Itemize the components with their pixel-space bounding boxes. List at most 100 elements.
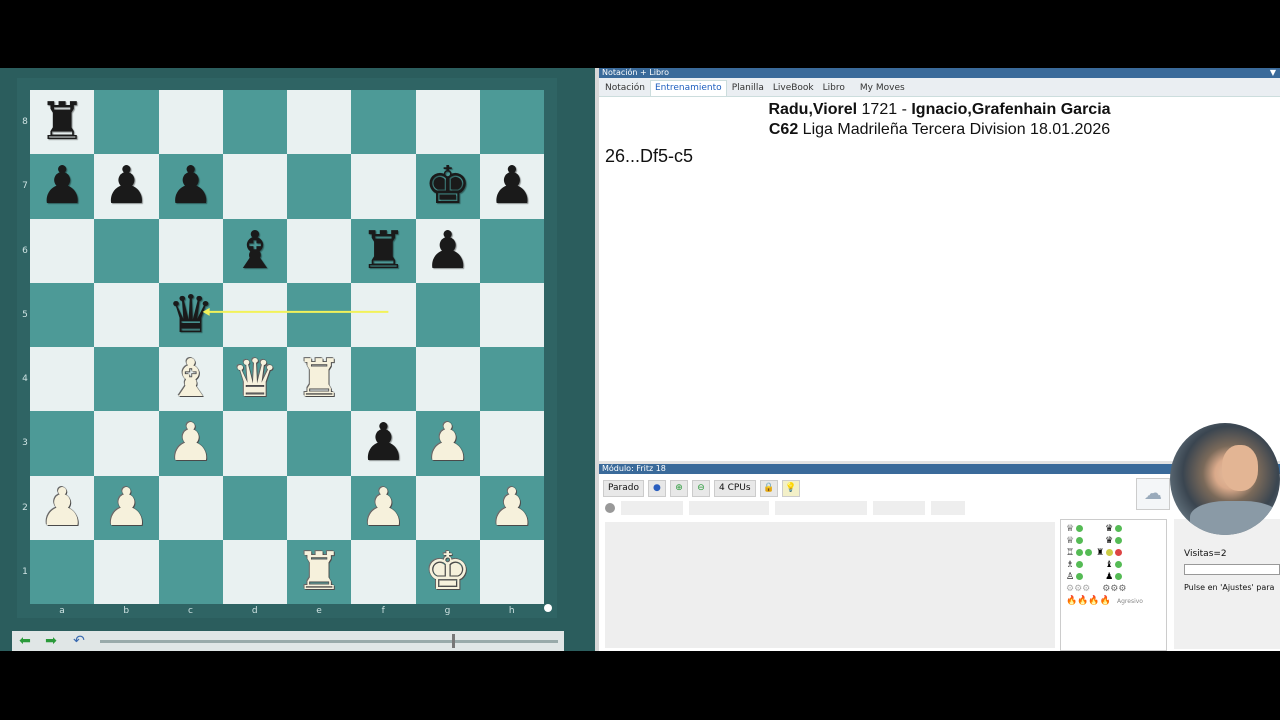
current-move[interactable]: 26...Df5-c5 — [605, 146, 1280, 167]
square-a3[interactable] — [30, 411, 95, 476]
square-c2[interactable] — [158, 475, 223, 540]
black-rook-icon[interactable]: ♜ — [30, 90, 94, 154]
square-d4[interactable]: ♛ — [222, 347, 287, 412]
chevron-down-icon[interactable]: ▼ — [1270, 68, 1276, 78]
white-rook-icon[interactable]: ♜ — [287, 347, 351, 411]
square-e6[interactable] — [287, 218, 352, 283]
square-b1[interactable] — [94, 539, 159, 604]
white-rook-icon[interactable]: ♜ — [287, 540, 351, 604]
square-f3[interactable]: ♟ — [351, 411, 416, 476]
tab-libro[interactable]: Libro — [819, 81, 849, 96]
square-c3[interactable]: ♟ — [158, 411, 223, 476]
square-d1[interactable] — [222, 539, 287, 604]
engine-output[interactable] — [605, 522, 1055, 648]
tab-notacion[interactable]: Notación — [601, 81, 649, 96]
square-g3[interactable]: ♟ — [415, 411, 480, 476]
white-king-icon[interactable]: ♚ — [416, 540, 480, 604]
arrow-left-icon[interactable]: ⬅ — [14, 633, 36, 649]
square-b5[interactable] — [94, 282, 159, 347]
engine-stop-button[interactable]: Parado — [603, 480, 644, 497]
square-d5[interactable] — [222, 282, 287, 347]
square-f8[interactable] — [351, 90, 416, 155]
square-b4[interactable] — [94, 347, 159, 412]
square-f4[interactable] — [351, 347, 416, 412]
square-h8[interactable] — [479, 90, 544, 155]
white-queen-icon[interactable]: ♛ — [223, 347, 287, 411]
white-pawn-icon[interactable]: ♟ — [480, 476, 544, 540]
square-d6[interactable]: ♝ — [222, 218, 287, 283]
square-e5[interactable] — [287, 282, 352, 347]
square-g6[interactable]: ♟ — [415, 218, 480, 283]
square-f5[interactable] — [351, 282, 416, 347]
square-a4[interactable] — [30, 347, 95, 412]
square-b8[interactable] — [94, 90, 159, 155]
black-bishop-icon[interactable]: ♝ — [223, 219, 287, 283]
chessboard[interactable]: ♜ ♟ ♟ ♟ ♚ ♟ ♝ ♜ ♟ ♛ ♝ ♛ ♜ ♟ ♟ ♟ ♟ ♟ ♟ ♟ ♜ ♚ — [30, 90, 544, 604]
square-c7[interactable]: ♟ — [158, 154, 223, 219]
zoom-in-icon[interactable]: ⊕ — [669, 480, 688, 497]
tab-my-moves[interactable]: My Moves — [856, 81, 909, 96]
square-h6[interactable] — [479, 218, 544, 283]
square-a2[interactable]: ♟ — [30, 475, 95, 540]
square-e8[interactable] — [287, 90, 352, 155]
square-d7[interactable] — [222, 154, 287, 219]
black-pawn-icon[interactable]: ♟ — [480, 154, 544, 218]
square-a7[interactable]: ♟ — [30, 154, 95, 219]
square-b7[interactable]: ♟ — [94, 154, 159, 219]
square-g2[interactable] — [415, 475, 480, 540]
square-h7[interactable]: ♟ — [479, 154, 544, 219]
square-e3[interactable] — [287, 411, 352, 476]
square-g8[interactable] — [415, 90, 480, 155]
white-bishop-icon[interactable]: ♝ — [159, 347, 223, 411]
square-h1[interactable] — [479, 539, 544, 604]
square-b3[interactable] — [94, 411, 159, 476]
square-d2[interactable] — [222, 475, 287, 540]
square-c6[interactable] — [158, 218, 223, 283]
play-icon[interactable]: ● — [647, 480, 666, 497]
square-f1[interactable] — [351, 539, 416, 604]
white-pawn-icon[interactable]: ♟ — [159, 411, 223, 475]
square-d3[interactable] — [222, 411, 287, 476]
square-f7[interactable] — [351, 154, 416, 219]
square-c1[interactable] — [158, 539, 223, 604]
square-g1[interactable]: ♚ — [415, 539, 480, 604]
black-rook-icon[interactable]: ♜ — [351, 219, 415, 283]
undo-icon[interactable]: ↶ — [68, 633, 90, 649]
square-e1[interactable]: ♜ — [287, 539, 352, 604]
white-pawn-icon[interactable]: ♟ — [94, 476, 158, 540]
square-a1[interactable] — [30, 539, 95, 604]
square-g5[interactable] — [415, 282, 480, 347]
lightbulb-icon[interactable]: 💡 — [781, 480, 800, 497]
square-g4[interactable] — [415, 347, 480, 412]
black-queen-icon[interactable]: ♛ — [159, 283, 223, 347]
square-e2[interactable] — [287, 475, 352, 540]
square-g7[interactable]: ♚ — [415, 154, 480, 219]
square-f6[interactable]: ♜ — [351, 218, 416, 283]
square-b2[interactable]: ♟ — [94, 475, 159, 540]
zoom-out-icon[interactable]: ⊖ — [691, 480, 710, 497]
square-d8[interactable] — [222, 90, 287, 155]
black-pawn-icon[interactable]: ♟ — [94, 154, 158, 218]
black-pawn-icon[interactable]: ♟ — [416, 219, 480, 283]
square-f2[interactable]: ♟ — [351, 475, 416, 540]
square-h2[interactable]: ♟ — [479, 475, 544, 540]
square-e7[interactable] — [287, 154, 352, 219]
square-h5[interactable] — [479, 282, 544, 347]
square-a8[interactable]: ♜ — [30, 90, 95, 155]
square-h4[interactable] — [479, 347, 544, 412]
white-pawn-icon[interactable]: ♟ — [30, 476, 94, 540]
square-c8[interactable] — [158, 90, 223, 155]
black-king-icon[interactable]: ♚ — [416, 154, 480, 218]
square-e4[interactable]: ♜ — [287, 347, 352, 412]
square-a6[interactable] — [30, 218, 95, 283]
move-slider-track[interactable] — [100, 640, 558, 643]
black-pawn-icon[interactable]: ♟ — [30, 154, 94, 218]
tab-planilla[interactable]: Planilla — [728, 81, 768, 96]
square-c4[interactable]: ♝ — [158, 347, 223, 412]
black-pawn-icon[interactable]: ♟ — [351, 411, 415, 475]
square-h3[interactable] — [479, 411, 544, 476]
white-pawn-icon[interactable]: ♟ — [416, 411, 480, 475]
tab-entrenamiento[interactable]: Entrenamiento — [649, 80, 727, 96]
lock-icon[interactable]: 🔒 — [759, 480, 778, 497]
square-b6[interactable] — [94, 218, 159, 283]
